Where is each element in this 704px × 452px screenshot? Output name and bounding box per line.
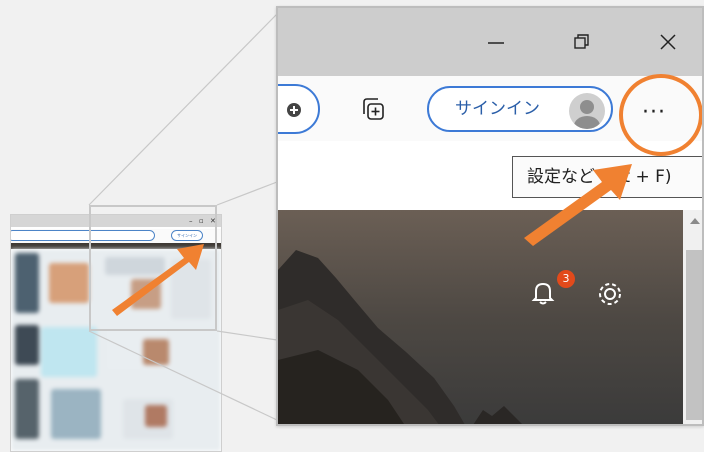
highlight-circle: [619, 74, 702, 156]
close-icon: [658, 32, 678, 56]
bell-icon[interactable]: [528, 278, 558, 308]
restore-icon: [572, 32, 592, 56]
thumbnail-pointer-arrow: [112, 244, 204, 316]
restore-button[interactable]: [556, 22, 608, 66]
scrollbar-thumb[interactable]: [686, 250, 702, 420]
user-avatar-icon: [574, 100, 600, 129]
scroll-up-arrow-icon[interactable]: [690, 218, 700, 224]
window-titlebar: [278, 8, 702, 76]
minimize-icon: [486, 32, 506, 56]
close-button[interactable]: [642, 22, 694, 66]
collections-button[interactable]: [356, 94, 390, 128]
signin-label: サインイン: [455, 99, 540, 119]
minimize-button[interactable]: [470, 22, 522, 66]
signin-button[interactable]: サインイン: [427, 86, 613, 132]
gear-icon[interactable]: [596, 280, 624, 308]
add-favorite-icon: [284, 100, 304, 124]
pointer-arrow: [524, 164, 632, 246]
notification-badge: 3: [557, 270, 575, 288]
avatar: [569, 93, 605, 129]
address-bar-edge[interactable]: [278, 84, 320, 134]
browser-toolbar: サインイン ···: [278, 74, 702, 156]
vertical-scrollbar[interactable]: [683, 210, 702, 424]
collections-icon: [359, 95, 387, 127]
zoomed-browser-view: サインイン ··· 3 設定など + F): [276, 6, 704, 426]
